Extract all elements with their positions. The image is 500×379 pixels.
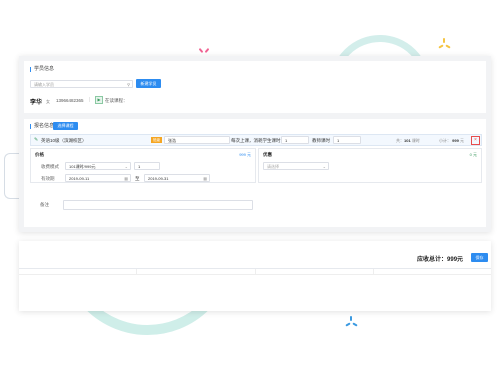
- course-row: ✎ 英语10级（滨湖校区） 班级 张浩 每次上课，消耗学生课时 1 教师课时 1…: [30, 134, 482, 146]
- discount-select[interactable]: 请选择 ⌄: [263, 162, 329, 170]
- delete-course-button[interactable]: ×: [471, 136, 480, 145]
- remark-input[interactable]: [63, 200, 253, 210]
- chevron-down-icon: ⌄: [124, 164, 128, 169]
- discount-title: 优惠: [263, 152, 272, 157]
- charge-mode-select[interactable]: 101课时/999元 ⌄: [65, 162, 131, 170]
- summary-card: 应收总计：999元 保存: [19, 241, 491, 311]
- divider: |: [89, 97, 91, 103]
- student-search-input[interactable]: 请输入学员 ⚲: [30, 80, 133, 88]
- save-button[interactable]: 保存: [471, 253, 488, 262]
- price-panel: 价格 999 元 收费模式 101课时/999元 ⌄ 1 有效期 2019-09-…: [30, 148, 256, 183]
- start-date-input[interactable]: 2019-09-11 ▦: [65, 174, 131, 182]
- chevron-down-icon: ⌄: [322, 164, 326, 169]
- enrollment-form-card: 学员信息 请输入学员 ⚲ 新建学员 李华 女 13966482365 | ▶ 在…: [19, 56, 491, 232]
- validity-label: 有效期: [41, 176, 55, 181]
- class-badge: 班级: [151, 137, 162, 143]
- enrolled-course-icon: ▶: [95, 96, 103, 104]
- remark-label: 备注: [40, 202, 49, 207]
- subtotal: 小计： 999 元: [439, 138, 464, 143]
- student-phone: 13966482365: [56, 98, 84, 103]
- quantity-input[interactable]: 1: [134, 162, 160, 170]
- per-class-label: 每次上课，消耗学生课时: [231, 138, 281, 143]
- end-date-input[interactable]: 2019-09-31 ▦: [144, 174, 210, 182]
- course-status-label: 在读课程：: [105, 98, 128, 103]
- search-icon: ⚲: [127, 82, 130, 87]
- total-hours: 共：101 课时: [396, 138, 420, 143]
- total-receivable: 应收总计：999元: [417, 257, 464, 263]
- teacher-hours-input[interactable]: 1: [333, 136, 361, 144]
- student-name: 李华: [30, 100, 43, 106]
- course-name: 英语10级（滨湖校区）: [41, 138, 87, 143]
- divider: [19, 274, 491, 275]
- enroll-section-title: 报名信息: [30, 124, 54, 129]
- student-gender: 女: [46, 99, 50, 104]
- per-class-input[interactable]: 1: [281, 136, 309, 144]
- calendar-icon: ▦: [203, 176, 207, 181]
- new-student-button[interactable]: 新建学员: [136, 79, 161, 88]
- discount-amount: 0 元: [469, 152, 477, 157]
- price-title: 价格: [35, 152, 44, 157]
- teacher-hours-label: 教师课时: [312, 138, 330, 143]
- course-icon: ✎: [34, 137, 39, 143]
- mode-label: 收费模式: [41, 164, 59, 169]
- enrollment-section: 报名信息 选择课程 ✎ 英语10级（滨湖校区） 班级 张浩 每次上课，消耗学生课…: [24, 119, 486, 227]
- date-to-label: 至: [135, 176, 140, 181]
- student-info-section: 学员信息 请输入学员 ⚲ 新建学员 李华 女 13966482365 | ▶ 在…: [24, 61, 486, 113]
- student-section-title: 学员信息: [30, 67, 54, 72]
- calendar-icon: ▦: [124, 176, 128, 181]
- select-course-button[interactable]: 选择课程: [53, 122, 78, 130]
- price-amount: 999 元: [239, 152, 251, 157]
- class-input[interactable]: 张浩: [164, 136, 230, 144]
- discount-panel: 优惠 0 元 请选择 ⌄: [258, 148, 482, 183]
